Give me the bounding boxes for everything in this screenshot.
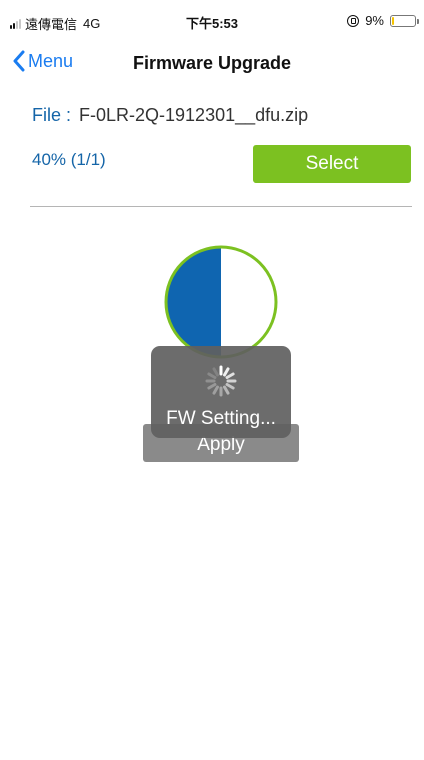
rotation-lock-icon [347,14,360,27]
file-name: F-0LR-2Q-1912301__dfu.zip [79,105,309,125]
select-button[interactable]: Select [253,145,411,183]
navigation-bar: Menu Firmware Upgrade [0,40,424,86]
progress-pie-fill [166,247,221,357]
progress-pie [164,245,278,359]
page-title: Firmware Upgrade [132,53,292,73]
file-label: File : [32,105,72,125]
progress-text: 40% (1/1) [32,150,106,169]
hud-message: FW Setting... [166,408,276,429]
loading-hud: FW Setting... [151,346,291,438]
battery-level-fill [392,16,394,25]
battery-percent: 9% [365,13,384,28]
status-bar: 遠傳電信 4G 下午5:53 9% [0,0,424,40]
loading-spinner-icon [205,365,237,397]
file-info: File : F-0LR-2Q-1912301__dfu.zip [32,105,308,126]
divider [30,206,412,207]
battery-icon [390,14,419,27]
status-bar-right: 9% [347,13,419,28]
